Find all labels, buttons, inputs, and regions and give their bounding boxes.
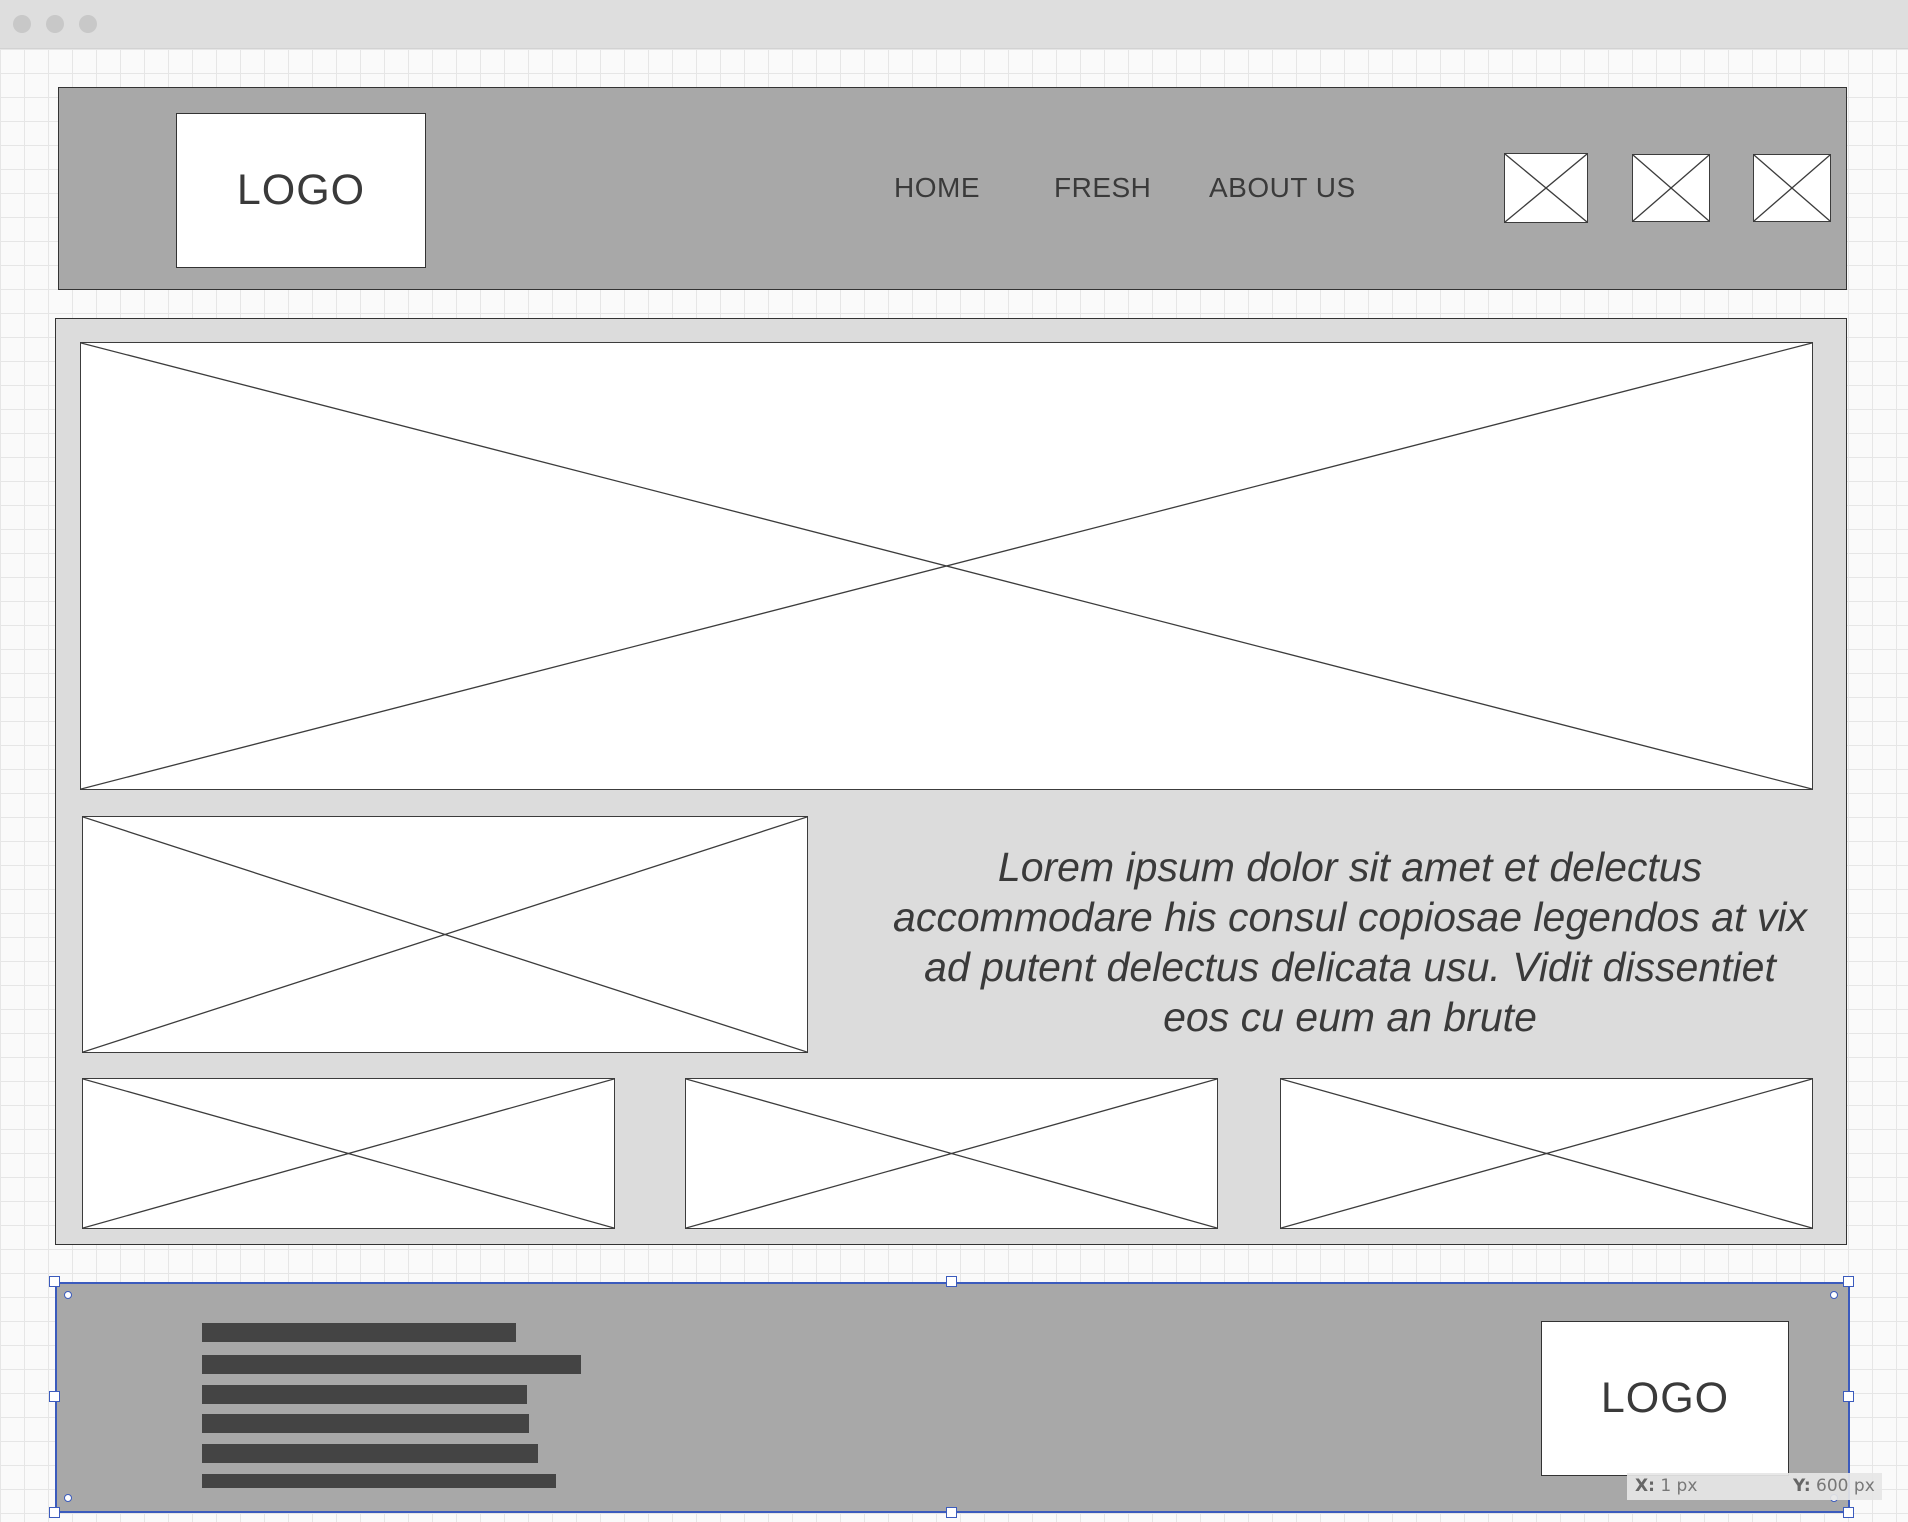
resize-handle-top-left[interactable] [49,1276,60,1287]
header-logo-box[interactable]: LOGO [176,113,426,268]
zoom-window-dot[interactable] [79,15,97,33]
resize-handle-top-center[interactable] [946,1276,957,1287]
nav-about-us[interactable]: ABOUT US [1209,172,1356,204]
corner-radius-handle-bottom-left[interactable] [64,1494,72,1502]
footer-text-bar [202,1385,527,1404]
resize-handle-bottom-right[interactable] [1843,1507,1854,1518]
feature-image-placeholder[interactable] [82,816,808,1053]
resize-handle-top-right[interactable] [1843,1276,1854,1287]
footer-logo-box[interactable]: LOGO [1541,1321,1789,1476]
social-icon-placeholder-2[interactable] [1632,154,1710,222]
resize-handle-middle-right[interactable] [1843,1391,1854,1402]
footer-logo-text: LOGO [1600,1374,1730,1422]
corner-radius-handle-top-right[interactable] [1830,1291,1838,1299]
card-image-placeholder-1[interactable] [82,1078,615,1229]
coordinate-readout: X: 1 px Y: 600 px [1627,1473,1882,1500]
corner-radius-handle-top-left[interactable] [64,1291,72,1299]
y-coord-label: Y: [1793,1476,1811,1496]
footer-text-bar [202,1355,581,1374]
x-coord-value: 1 px [1660,1476,1698,1496]
social-icon-placeholder-3[interactable] [1753,154,1831,222]
resize-handle-bottom-center[interactable] [946,1507,957,1518]
nav-home[interactable]: HOME [894,172,980,204]
card-image-placeholder-3[interactable] [1280,1078,1813,1229]
footer-text-bar [202,1474,556,1488]
hero-image-placeholder[interactable] [80,342,1813,790]
social-icon-placeholder-1[interactable] [1504,153,1588,223]
footer-text-bar [202,1444,538,1463]
y-coord-value: 600 px [1816,1476,1875,1496]
header-logo-text: LOGO [236,166,366,214]
card-image-placeholder-2[interactable] [685,1078,1218,1229]
window-titlebar [0,0,1908,49]
footer-text-bar [202,1323,516,1342]
minimize-window-dot[interactable] [46,15,64,33]
lorem-paragraph[interactable]: Lorem ipsum dolor sit amet et delectus a… [890,842,1810,1042]
resize-handle-bottom-left[interactable] [49,1507,60,1518]
resize-handle-middle-left[interactable] [49,1391,60,1402]
footer-text-bar [202,1414,529,1433]
x-coord-label: X: [1635,1476,1655,1496]
nav-fresh[interactable]: FRESH [1054,172,1151,204]
close-window-dot[interactable] [13,15,31,33]
